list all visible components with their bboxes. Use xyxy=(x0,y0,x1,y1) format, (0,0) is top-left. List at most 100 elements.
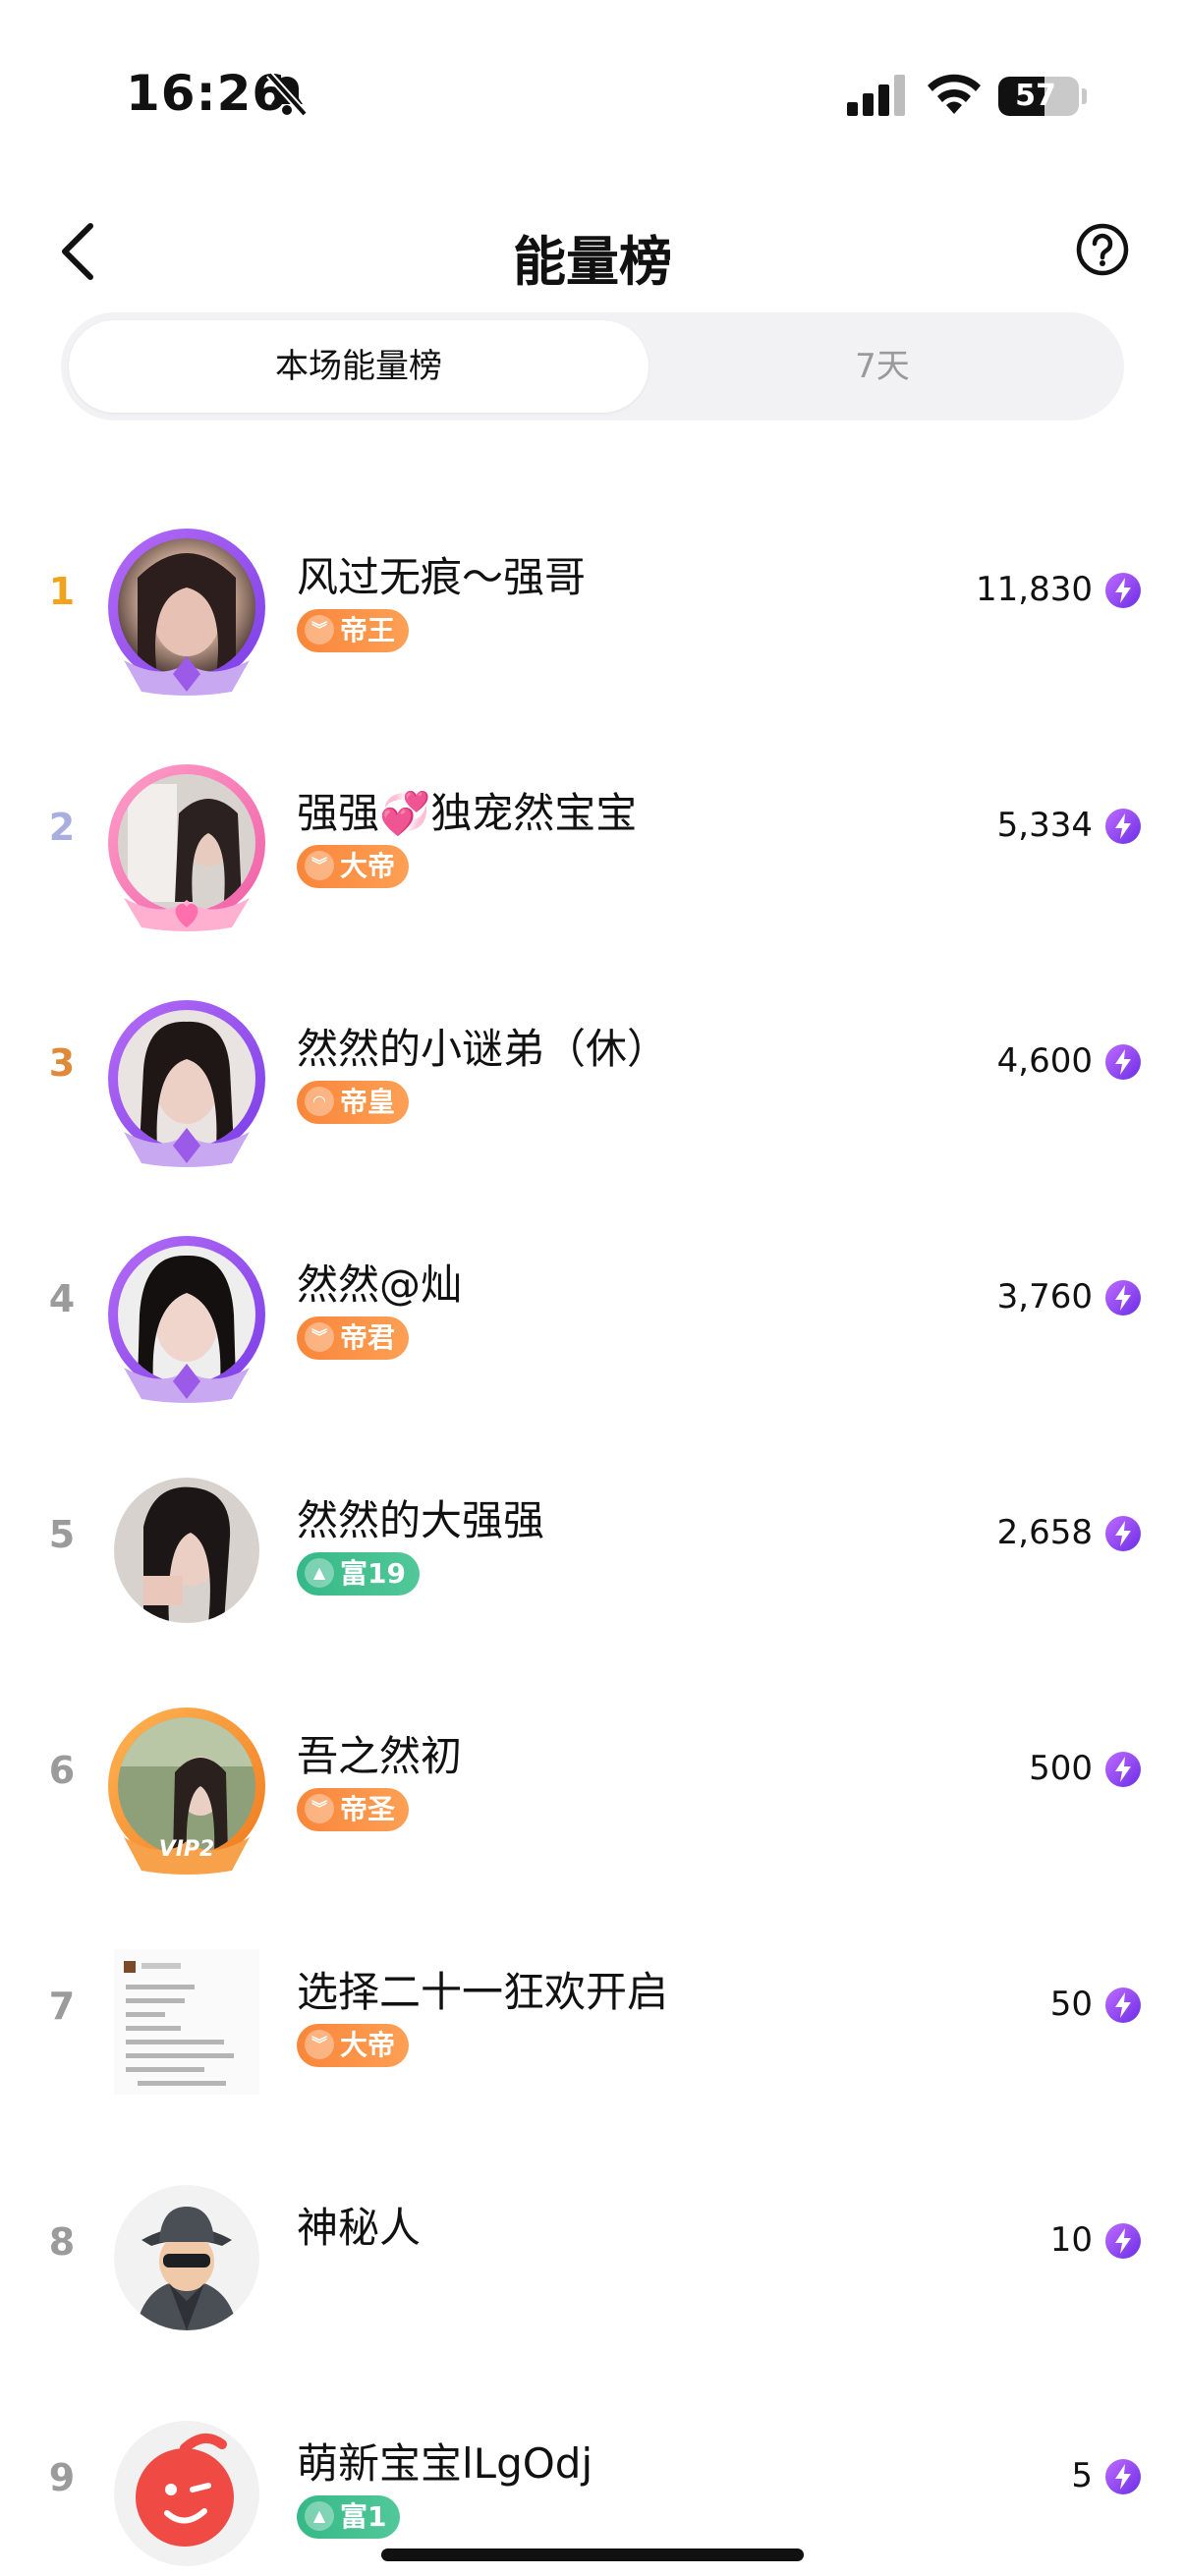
user-name: 神秘人 xyxy=(297,2204,422,2252)
mountain-icon: ▲ xyxy=(305,1558,334,1588)
energy-score: 2,658 xyxy=(996,1513,1093,1552)
user-name: 然然的大强强 xyxy=(297,1496,545,1544)
energy-score: 4,600 xyxy=(996,1041,1093,1081)
mountain-icon: ▲ xyxy=(305,2501,334,2531)
energy-score: 50 xyxy=(1049,1985,1093,2024)
leaderboard-row[interactable]: 3 然然的小谜弟（休） ◠ 帝皇 4,600 xyxy=(0,947,1185,1183)
leaderboard-row[interactable]: 6 VIP2 吾之然初 ︾ 帝圣 500 xyxy=(0,1654,1185,1890)
avatar[interactable] xyxy=(104,1468,269,1633)
chevron-rank-icon: ︾ xyxy=(305,1322,334,1352)
level-wing-icon xyxy=(124,1128,250,1167)
avatar[interactable] xyxy=(104,2175,269,2340)
energy-bolt-icon xyxy=(1105,809,1141,844)
avatar[interactable] xyxy=(104,760,269,931)
chevron-rank-icon: ︾ xyxy=(305,851,334,880)
level-badge: ︾ 大帝 xyxy=(297,845,410,888)
user-name: 风过无痕～强哥 xyxy=(297,553,587,601)
chevron-rank-icon: ︾ xyxy=(305,1794,334,1823)
energy-score: 11,830 xyxy=(976,570,1093,609)
avatar[interactable] xyxy=(104,1232,269,1403)
rank-number: 5 xyxy=(48,1513,76,1556)
user-photo xyxy=(114,1949,259,2095)
user-name: 萌新宝宝lLgOdj xyxy=(297,2439,593,2488)
rank-number: 9 xyxy=(48,2456,76,2499)
energy-bolt-icon xyxy=(1105,1988,1141,2023)
energy-score: 10 xyxy=(1049,2220,1093,2260)
energy-score: 5,334 xyxy=(996,806,1093,845)
level-badge: ︾ 帝王 xyxy=(297,609,410,652)
user-name: 选择二十一狂欢开启 xyxy=(297,1968,669,2016)
tab-current-show[interactable]: 本场能量榜 xyxy=(69,320,649,413)
page-title: 能量榜 xyxy=(513,231,672,293)
level-badge: ︾ 帝圣 xyxy=(297,1788,410,1831)
battery-icon: 57 xyxy=(998,77,1079,116)
level-wing-icon xyxy=(124,656,250,696)
user-name: 然然的小谜弟（休） xyxy=(297,1025,669,1073)
energy-bolt-icon xyxy=(1105,2459,1141,2494)
avatar[interactable] xyxy=(104,996,269,1167)
period-tabs: 本场能量榜 7天 xyxy=(61,312,1124,420)
help-icon[interactable] xyxy=(1075,222,1130,277)
leaderboard-row[interactable]: 1 风过无痕～强哥 ︾ 帝王 11,830 xyxy=(0,476,1185,711)
status-time: 16:26 xyxy=(126,65,288,122)
energy-bolt-icon xyxy=(1105,2223,1141,2259)
rank-number: 1 xyxy=(48,570,76,613)
leaderboard-row[interactable]: 8 神秘人 10 xyxy=(0,2126,1185,2362)
leaderboard-row[interactable]: 2 强强💞独宠然宝宝 ︾ 大帝 5,334 xyxy=(0,711,1185,947)
home-indicator[interactable] xyxy=(381,2548,804,2561)
energy-bolt-icon xyxy=(1105,1280,1141,1316)
tab-7-days[interactable]: 7天 xyxy=(649,320,1116,413)
rank-number: 2 xyxy=(48,806,76,849)
energy-bolt-icon xyxy=(1105,573,1141,608)
energy-score: 5 xyxy=(1071,2456,1093,2495)
badge-label: 富19 xyxy=(340,1557,406,1590)
user-name: 吾之然初 xyxy=(297,1732,463,1780)
heart-frame-icon xyxy=(124,898,250,931)
chevron-rank-icon: ︾ xyxy=(305,2030,334,2059)
leaderboard-row[interactable]: 5 然然的大强强 ▲ 富19 2,658 xyxy=(0,1419,1185,1654)
header: 能量榜 xyxy=(0,196,1185,305)
user-photo xyxy=(114,1478,259,1623)
default-avatar-icon xyxy=(114,2421,259,2566)
energy-score: 3,760 xyxy=(996,1277,1093,1316)
level-badge: ︾ 帝君 xyxy=(297,1316,410,1360)
bell-muted-icon xyxy=(266,72,308,117)
status-bar: 16:26 57 xyxy=(0,0,1185,147)
chevron-rank-icon: ︾ xyxy=(305,615,334,644)
user-name: 强强💞独宠然宝宝 xyxy=(297,789,638,837)
user-name: 然然@灿 xyxy=(297,1260,463,1309)
rank-number: 7 xyxy=(48,1985,76,2028)
badge-label: 富1 xyxy=(340,2500,387,2533)
badge-label: 帝君 xyxy=(340,1321,396,1354)
battery-percent: 57 xyxy=(1015,79,1056,113)
rank-number: 3 xyxy=(48,1041,76,1085)
cellular-signal-icon xyxy=(847,75,905,116)
wealth-badge: ▲ 富19 xyxy=(297,1552,420,1596)
badge-label: 大帝 xyxy=(340,2029,396,2061)
leaderboard-row[interactable]: 4 然然@灿 ︾ 帝君 3,760 xyxy=(0,1183,1185,1419)
badge-label: 帝王 xyxy=(340,614,396,646)
badge-label: 帝皇 xyxy=(340,1086,396,1118)
badge-label: 帝圣 xyxy=(340,1793,396,1825)
level-wing-icon xyxy=(124,1364,250,1403)
energy-score: 500 xyxy=(1029,1749,1093,1788)
rank-number: 4 xyxy=(48,1277,76,1320)
avatar[interactable] xyxy=(104,1939,269,2104)
energy-bolt-icon xyxy=(1105,1752,1141,1787)
vip-label: VIP2 xyxy=(158,1837,215,1862)
leaderboard-row[interactable]: 7 选择二十一狂欢开启 ︾ 大帝 50 xyxy=(0,1890,1185,2126)
energy-bolt-icon xyxy=(1105,1516,1141,1551)
rank-number: 8 xyxy=(48,2220,76,2264)
level-badge: ︾ 大帝 xyxy=(297,2024,410,2067)
energy-bolt-icon xyxy=(1105,1044,1141,1080)
avatar[interactable] xyxy=(104,2411,269,2576)
badge-label: 大帝 xyxy=(340,850,396,882)
wealth-badge: ▲ 富1 xyxy=(297,2495,401,2539)
leaderboard-row[interactable]: 9 萌新宝宝lLgOdj ▲ 富1 5 xyxy=(0,2362,1185,2576)
wifi-rank-icon: ◠ xyxy=(305,1087,334,1116)
battery-cap xyxy=(1082,88,1087,104)
avatar[interactable]: VIP2 xyxy=(104,1704,269,1875)
rank-number: 6 xyxy=(48,1749,76,1792)
avatar[interactable] xyxy=(104,525,269,696)
level-badge: ◠ 帝皇 xyxy=(297,1081,410,1124)
